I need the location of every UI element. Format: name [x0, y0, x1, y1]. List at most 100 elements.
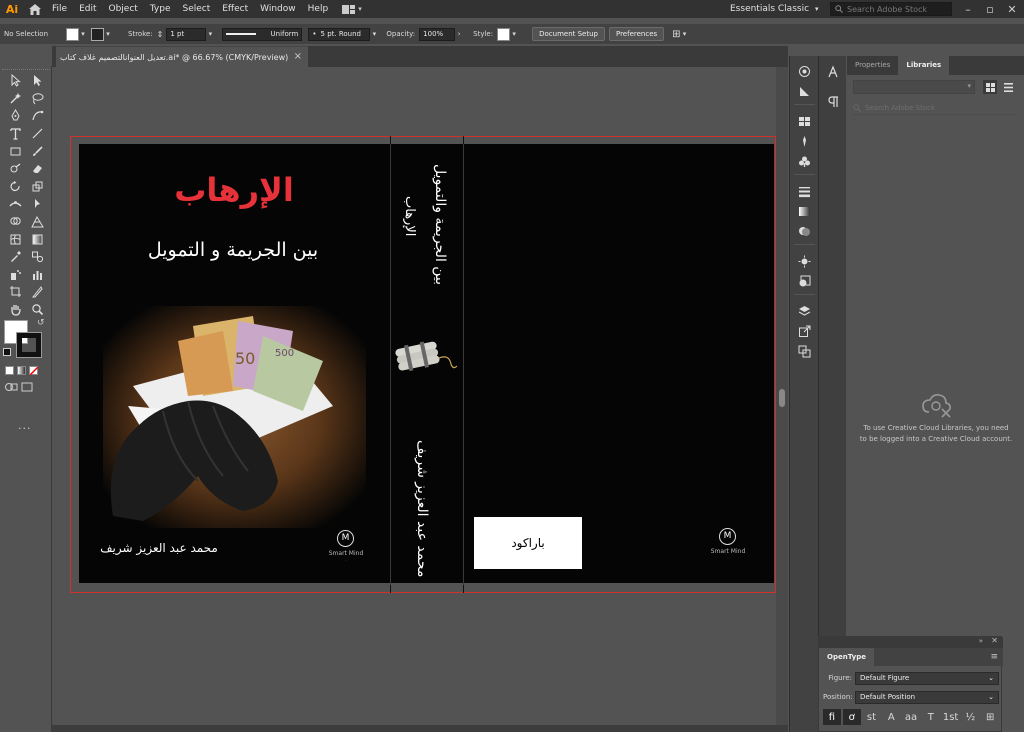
paragraph-icon[interactable] [826, 94, 840, 108]
selection-tool-icon[interactable] [4, 72, 26, 90]
mesh-tool-icon[interactable] [4, 230, 26, 248]
panel-header[interactable]: » ✕ [819, 636, 1003, 648]
hand-tool-icon[interactable] [4, 301, 26, 319]
scale-tool-icon[interactable] [26, 178, 48, 196]
brushes-icon[interactable] [797, 134, 811, 148]
collapse-icon[interactable]: » [979, 637, 983, 645]
library-search-input[interactable]: Search Adobe Stock [853, 101, 1017, 115]
graphic-style-swatch[interactable] [497, 27, 511, 41]
standard-ligatures-button[interactable]: fi [823, 709, 841, 725]
line-segment-tool-icon[interactable] [26, 125, 48, 143]
minimize-button[interactable]: – [957, 0, 979, 18]
appearance-icon[interactable] [797, 254, 811, 268]
menu-object[interactable]: Object [103, 0, 144, 18]
list-view-button[interactable] [1001, 80, 1015, 94]
figure-select[interactable]: Default Figure ⌄ [855, 671, 999, 685]
perspective-grid-icon[interactable] [26, 213, 48, 231]
document-tab[interactable]: تعديل العنوانالتصميم غلاف كتاب.ai* @ 66.… [56, 46, 308, 67]
arrange-icon[interactable]: ⊞ [672, 29, 680, 40]
contextual-alternates-button[interactable]: ơ [842, 709, 861, 725]
chevron-down-icon[interactable]: ▾ [79, 30, 87, 38]
paintbrush-tool-icon[interactable] [26, 142, 48, 160]
fractions-button[interactable]: ½ [961, 709, 979, 725]
stroke-weight-field[interactable]: 1 pt [166, 27, 207, 41]
spine-dynamite-image[interactable] [393, 336, 461, 378]
gradient-mode-icon[interactable] [17, 366, 26, 375]
stroke-color-box[interactable] [16, 332, 42, 358]
discretionary-ligatures-button[interactable]: st [863, 709, 881, 725]
menu-type[interactable]: Type [144, 0, 177, 18]
blend-tool-icon[interactable] [26, 248, 48, 266]
screen-mode-icon[interactable] [21, 382, 33, 395]
draw-mode-icon[interactable] [5, 382, 18, 395]
stylistic-alternates-button[interactable]: aa [902, 709, 920, 725]
cover-title[interactable]: الإرهاب [160, 168, 308, 212]
menu-edit[interactable]: Edit [73, 0, 102, 18]
transparency-icon[interactable] [797, 224, 811, 238]
default-colors-icon[interactable] [3, 348, 11, 356]
menu-help[interactable]: Help [302, 0, 335, 18]
shaper-tool-icon[interactable] [4, 160, 26, 178]
publisher-logo-front[interactable]: M Smart Mind . [323, 530, 369, 564]
stroke-panel-icon[interactable] [797, 184, 811, 198]
cover-author[interactable]: محمد عبد العزيز شريف [94, 539, 224, 557]
more-tools-icon[interactable]: ··· [18, 422, 32, 435]
rectangle-tool-icon[interactable] [4, 142, 26, 160]
asset-export-icon[interactable] [797, 324, 811, 338]
gradient-panel-icon[interactable] [797, 204, 811, 218]
menu-file[interactable]: File [46, 0, 73, 18]
spine-title-block[interactable]: بين الجريمة والتمويل الإرهاب [396, 160, 458, 285]
arrange-documents-button[interactable]: ▾ [342, 4, 362, 14]
close-icon[interactable]: × [294, 51, 302, 62]
barcode-placeholder[interactable]: باراكود [474, 517, 582, 569]
chevron-down-icon[interactable]: ▾ [370, 30, 378, 38]
eyedropper-icon[interactable] [4, 248, 26, 266]
stepper-icon[interactable]: ⇕ [157, 30, 164, 39]
menu-effect[interactable]: Effect [216, 0, 254, 18]
none-mode-icon[interactable] [29, 366, 38, 375]
shape-builder-icon[interactable] [4, 213, 26, 231]
close-window-button[interactable]: ✕ [1001, 0, 1023, 18]
workspace-switcher[interactable]: Essentials Classic ▾ [730, 0, 819, 18]
library-selector[interactable]: ▾ [853, 80, 975, 94]
position-select[interactable]: Default Position ⌄ [855, 690, 999, 704]
zoom-tool-icon[interactable] [26, 301, 48, 319]
brush-definition[interactable]: • 5 pt. Round [308, 27, 371, 41]
fill-swatch[interactable] [66, 27, 79, 41]
fill-stroke-control[interactable]: ↺ [3, 318, 46, 362]
symbol-sprayer-icon[interactable] [4, 266, 26, 284]
swatches-icon[interactable] [797, 114, 811, 128]
tab-properties[interactable]: Properties [847, 56, 898, 75]
artboards-icon[interactable] [797, 344, 811, 358]
width-tool-icon[interactable] [4, 195, 26, 213]
color-guide-icon[interactable] [797, 64, 811, 78]
slice-tool-icon[interactable] [26, 283, 48, 301]
gradient-tool-icon[interactable] [26, 230, 48, 248]
swash-button[interactable]: A [882, 709, 900, 725]
cover-photo-gloved-hand-money[interactable]: 50 500 [103, 306, 366, 528]
menu-window[interactable]: Window [254, 0, 302, 18]
stroke-swatch[interactable] [91, 27, 104, 41]
spine-author[interactable]: محمد عبد العزيز شريف [414, 440, 430, 577]
character-icon[interactable] [826, 64, 840, 78]
symbols-icon[interactable] [797, 154, 811, 168]
pen-tool-icon[interactable] [4, 107, 26, 125]
color-panel-icon[interactable] [797, 84, 811, 98]
magic-wand-icon[interactable] [4, 90, 26, 108]
home-icon[interactable] [24, 0, 46, 18]
opacity-field[interactable]: 100% [419, 27, 456, 41]
layers-icon[interactable] [797, 304, 811, 318]
chevron-down-icon[interactable]: ▾ [681, 30, 689, 38]
swap-icon[interactable]: ↺ [37, 318, 45, 328]
stock-search-input[interactable]: Search Adobe Stock [830, 2, 952, 16]
chevron-down-icon[interactable]: ▾ [206, 30, 214, 38]
publisher-logo-back[interactable]: M Smart Mind . [705, 528, 751, 562]
curvature-tool-icon[interactable] [26, 107, 48, 125]
rotate-tool-icon[interactable] [4, 178, 26, 196]
variable-width-profile[interactable]: Uniform [222, 27, 303, 41]
color-mode-icon[interactable] [5, 366, 14, 375]
preferences-button[interactable]: Preferences [608, 27, 665, 41]
chevron-down-icon[interactable]: ▾ [510, 30, 518, 38]
cover-subtitle[interactable]: بين الجريمة و التمويل [126, 236, 340, 264]
chevron-right-icon[interactable]: › [455, 30, 463, 38]
